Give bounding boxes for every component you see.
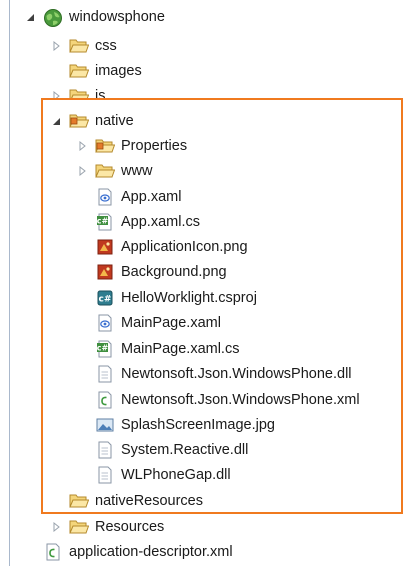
tree-node-css[interactable]: css xyxy=(52,33,117,58)
csharp-file-icon: c# xyxy=(95,340,115,358)
package-folder-icon xyxy=(69,112,89,130)
tree-node-newtonsoft-xml[interactable]: Newtonsoft.Json.WindowsPhone.xml xyxy=(78,387,360,412)
tree-label: application-descriptor.xml xyxy=(69,543,233,560)
xml-file-icon xyxy=(95,391,115,409)
tree-node-native[interactable]: native xyxy=(52,108,134,133)
tree-label: Background.png xyxy=(121,263,227,280)
collapsed-arrow-icon[interactable] xyxy=(52,521,61,532)
folder-icon xyxy=(69,492,89,510)
tree-label: MainPage.xaml xyxy=(121,314,221,331)
file-icon xyxy=(95,441,115,459)
tree-label: Resources xyxy=(95,518,165,535)
tree-node-reactive-dll[interactable]: System.Reactive.dll xyxy=(78,437,248,462)
xml-file-icon xyxy=(43,543,63,561)
folder-icon xyxy=(69,518,89,536)
tree-label: App.xaml.cs xyxy=(121,213,200,230)
svg-text:c#: c# xyxy=(97,343,109,352)
image-file-icon xyxy=(95,238,115,256)
tree-node-mainpage-xaml[interactable]: MainPage.xaml xyxy=(78,310,221,335)
folder-icon xyxy=(69,37,89,55)
file-icon xyxy=(95,466,115,484)
tree-label: Properties xyxy=(121,137,188,154)
tree-node-properties[interactable]: Properties xyxy=(78,133,187,158)
tree-node-app-xaml-cs[interactable]: c# App.xaml.cs xyxy=(78,209,200,234)
folder-icon xyxy=(69,62,89,80)
tree-node-resources[interactable]: Resources xyxy=(52,514,164,539)
svg-text:c#: c# xyxy=(97,216,109,225)
expanded-arrow-icon[interactable] xyxy=(52,116,61,126)
svg-text:c#: c# xyxy=(99,294,112,304)
tree-node-app-xaml[interactable]: App.xaml xyxy=(78,184,181,209)
tree-node-application-descriptor[interactable]: application-descriptor.xml xyxy=(26,539,233,564)
tree-node-newtonsoft-dll[interactable]: Newtonsoft.Json.WindowsPhone.dll xyxy=(78,361,352,386)
folder-icon xyxy=(95,162,115,180)
tree-label: App.xaml xyxy=(121,188,182,205)
xaml-file-icon xyxy=(95,314,115,332)
expanded-arrow-icon[interactable] xyxy=(26,12,35,22)
tree-node-application-icon[interactable]: ApplicationIcon.png xyxy=(78,234,248,259)
tree-label: images xyxy=(95,62,142,79)
csharp-file-icon: c# xyxy=(95,213,115,231)
tree-label: ApplicationIcon.png xyxy=(121,238,248,255)
tree-label: WLPhoneGap.dll xyxy=(121,466,231,483)
tree-node-csproj[interactable]: c# HelloWorklight.csproj xyxy=(78,285,257,310)
tree-node-mainpage-xaml-cs[interactable]: c# MainPage.xaml.cs xyxy=(78,336,239,361)
tree-node-native-resources[interactable]: nativeResources xyxy=(52,488,203,513)
tree-node-images[interactable]: images xyxy=(52,58,142,83)
tree-label: Newtonsoft.Json.WindowsPhone.dll xyxy=(121,365,352,382)
package-folder-icon xyxy=(95,137,115,155)
collapsed-arrow-icon[interactable] xyxy=(78,165,87,176)
image-file-icon xyxy=(95,263,115,281)
tree-label: native xyxy=(95,112,134,129)
tree-label: HelloWorklight.csproj xyxy=(121,289,257,306)
file-icon xyxy=(95,365,115,383)
tree-node-splash[interactable]: SplashScreenImage.jpg xyxy=(78,412,275,437)
tree-node-windowsphone[interactable]: windowsphone xyxy=(26,4,165,29)
tree-label: windowsphone xyxy=(69,8,165,25)
collapsed-arrow-icon[interactable] xyxy=(52,40,61,51)
tree-label: www xyxy=(121,162,153,179)
collapsed-arrow-icon[interactable] xyxy=(78,140,87,151)
tree-node-wlphonegap-dll[interactable]: WLPhoneGap.dll xyxy=(78,462,231,487)
csharp-project-icon: c# xyxy=(95,289,115,307)
xaml-file-icon xyxy=(95,188,115,206)
tree-label: MainPage.xaml.cs xyxy=(121,340,240,357)
picture-file-icon xyxy=(95,416,115,434)
tree-label: System.Reactive.dll xyxy=(121,441,249,458)
tree-label: Newtonsoft.Json.WindowsPhone.xml xyxy=(121,391,360,408)
project-explorer-tree: windowsphone css images js native Proper… xyxy=(9,0,408,566)
globe-project-icon xyxy=(43,8,63,27)
tree-label: nativeResources xyxy=(95,492,203,509)
tree-node-background[interactable]: Background.png xyxy=(78,259,227,284)
tree-label: css xyxy=(95,37,117,54)
tree-node-www[interactable]: www xyxy=(78,158,152,183)
tree-label: SplashScreenImage.jpg xyxy=(121,416,275,433)
